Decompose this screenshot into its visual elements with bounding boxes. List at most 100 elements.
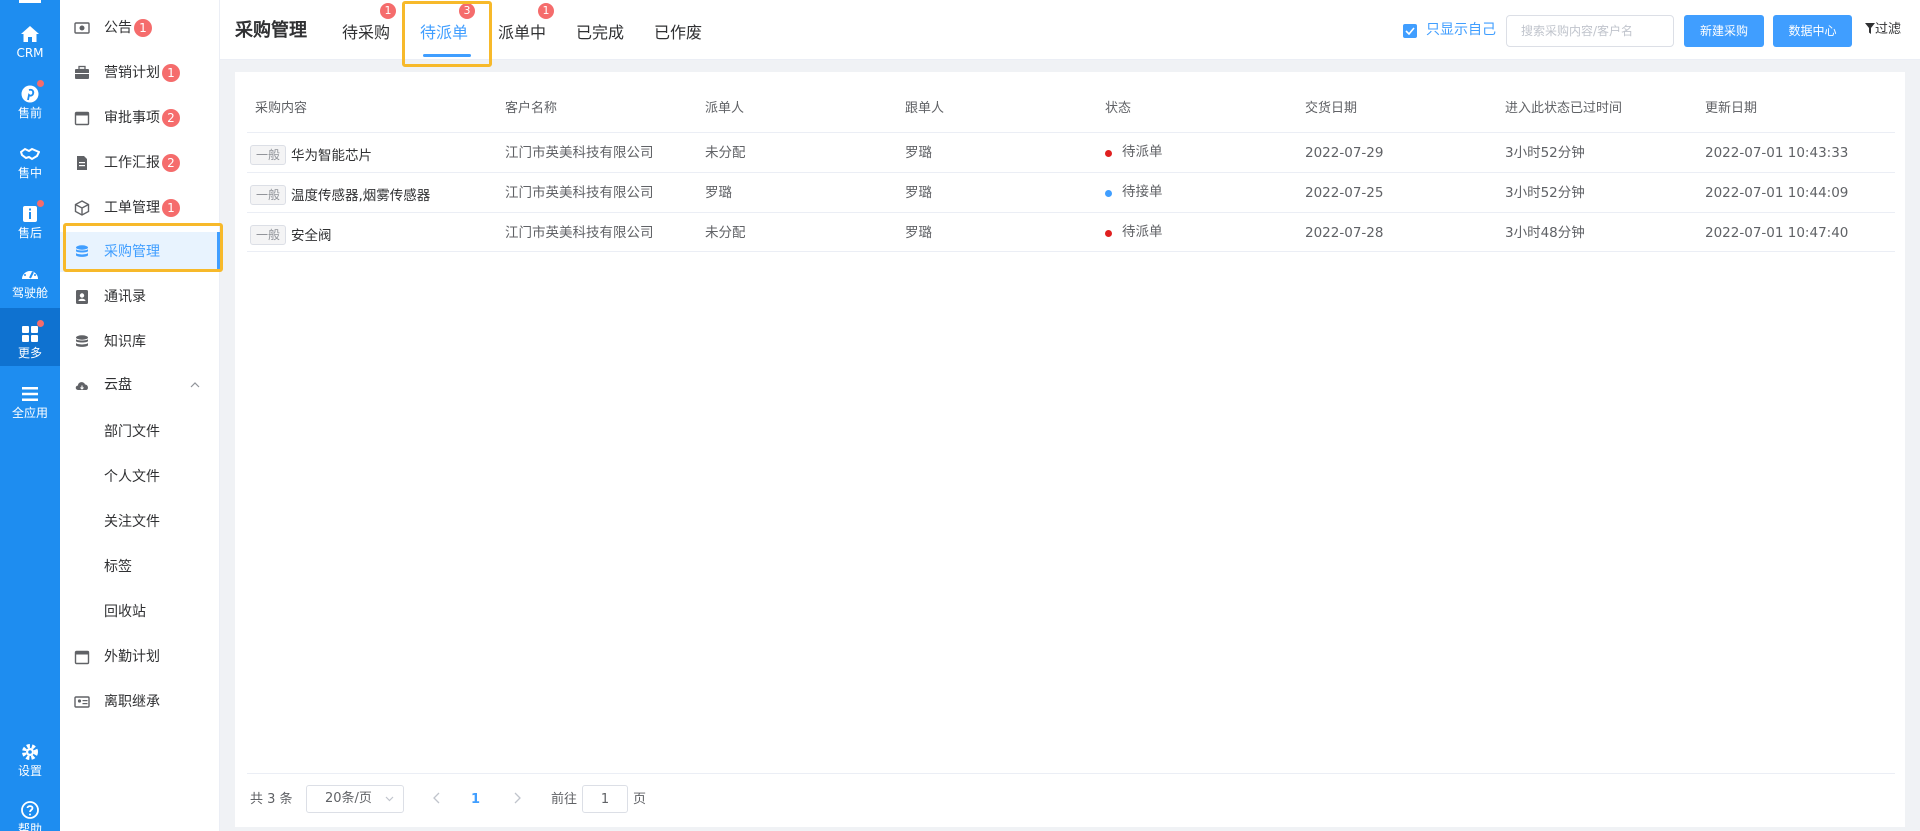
- sidebar-item-dept-files[interactable]: 部门文件: [60, 412, 220, 452]
- customer-name: 江门市英美科技有限公司: [505, 145, 654, 161]
- rail-item-crm[interactable]: CRM: [0, 8, 60, 66]
- status-text: 待接单: [1122, 184, 1163, 200]
- goto-page-input[interactable]: [582, 785, 628, 813]
- rail-label: 驾驶舱: [11, 286, 48, 300]
- purchase-content[interactable]: 华为智能芯片: [291, 147, 372, 165]
- prev-page-icon[interactable]: [431, 791, 443, 805]
- table-row[interactable]: 一般 华为智能芯片 江门市英美科技有限公司 未分配 罗璐 待派单 2022-07…: [247, 132, 1895, 172]
- sidebar-item-contacts[interactable]: 通讯录: [60, 277, 220, 317]
- filter-icon: [1865, 23, 1875, 34]
- home-icon: [21, 26, 39, 42]
- search-input[interactable]: [1506, 15, 1674, 47]
- sidebar-item-label: 部门文件: [104, 424, 160, 440]
- table-row[interactable]: 一般 温度传感器,烟雾传感器 江门市英美科技有限公司 罗璐 罗璐 待接单 202…: [247, 172, 1895, 212]
- status-text: 待派单: [1122, 144, 1163, 160]
- column-header[interactable]: 交货日期: [1305, 101, 1357, 117]
- column-header[interactable]: 跟单人: [905, 101, 944, 117]
- sidebar-item-label: 标签: [104, 559, 132, 575]
- sidebar-item-ticket[interactable]: 工单管理 1: [60, 188, 220, 228]
- tab-to-dispatch[interactable]: 待派单: [420, 22, 468, 44]
- column-header[interactable]: 采购内容: [255, 101, 307, 117]
- dispatcher: 罗璐: [705, 185, 732, 201]
- pagination-total: 共 3 条: [250, 792, 293, 807]
- table-row[interactable]: 一般 安全阀 江门市英美科技有限公司 未分配 罗璐 待派单 2022-07-28…: [247, 212, 1895, 252]
- sidebar-item-label: 通讯录: [104, 289, 146, 305]
- rail-label: 帮助: [17, 822, 42, 831]
- sidebar-item-announcement[interactable]: 公告 1: [60, 8, 220, 48]
- chevron-up-icon[interactable]: [190, 380, 200, 390]
- page-size-value: 20条/页: [325, 791, 372, 806]
- only-self-checkbox[interactable]: [1403, 24, 1417, 38]
- rail-item-presales[interactable]: 售前: [0, 68, 60, 126]
- rail-label: 售后: [17, 226, 42, 240]
- rail-label: 设置: [17, 764, 42, 778]
- rail-item-insales[interactable]: 售中: [0, 128, 60, 186]
- rail-top-indicator: [19, 0, 41, 3]
- grid-icon: [22, 326, 38, 342]
- column-header[interactable]: 客户名称: [505, 101, 557, 117]
- column-header[interactable]: 进入此状态已过时间: [1505, 101, 1622, 117]
- rail-label: 更多: [17, 346, 42, 360]
- sidebar-item-personal-files[interactable]: 个人文件: [60, 457, 220, 497]
- priority-tag: 一般: [250, 225, 287, 245]
- follower: 罗璐: [905, 185, 932, 201]
- sidebar-item-label: 采购管理: [104, 244, 160, 260]
- new-purchase-button[interactable]: 新建采购: [1684, 15, 1764, 47]
- sidebar-item-label: 个人文件: [104, 469, 160, 485]
- page-size-select[interactable]: 20条/页: [306, 785, 404, 813]
- sidebar-item-tags[interactable]: 标签: [60, 547, 220, 587]
- tab-label: 待派单: [420, 23, 469, 42]
- sidebar-item-label: 外勤计划: [104, 649, 160, 665]
- rail-item-aftersales[interactable]: 售后: [0, 188, 60, 246]
- elapsed-time: 3小时52分钟: [1505, 145, 1585, 161]
- filter-button[interactable]: 过滤: [1865, 21, 1901, 39]
- column-header[interactable]: 派单人: [705, 101, 744, 117]
- rail-item-all-apps[interactable]: 全应用: [0, 368, 60, 426]
- customer-name: 江门市英美科技有限公司: [505, 225, 654, 241]
- sidebar-item-knowledge-base[interactable]: 知识库: [60, 322, 220, 362]
- goto-unit: 页: [633, 792, 647, 807]
- table-divider: [247, 251, 1895, 252]
- elapsed-time: 3小时48分钟: [1505, 225, 1585, 241]
- purchase-content[interactable]: 温度传感器,烟雾传感器: [291, 187, 430, 205]
- menu-icon: [22, 387, 38, 401]
- sidebar-item-label: 回收站: [104, 604, 146, 620]
- sidebar-item-work-report[interactable]: 工作汇报 2: [60, 143, 220, 183]
- tab-completed[interactable]: 已完成: [576, 22, 624, 44]
- column-header[interactable]: 更新日期: [1705, 101, 1757, 117]
- rail-item-settings[interactable]: 设置: [0, 726, 60, 784]
- dashboard-icon: [22, 271, 38, 279]
- rail-item-cockpit[interactable]: 驾驶舱: [0, 248, 60, 306]
- sidebar-item-recycle-bin[interactable]: 回收站: [60, 592, 220, 632]
- tab-label: 已完成: [576, 23, 625, 42]
- page-title: 采购管理: [235, 20, 307, 41]
- sidebar-item-cloud-disk[interactable]: 云盘: [60, 365, 220, 405]
- rail-item-help[interactable]: 帮助: [0, 784, 60, 831]
- sidebar-item-marketing-plan[interactable]: 营销计划 1: [60, 53, 220, 93]
- purchase-content[interactable]: 安全阀: [291, 227, 332, 245]
- sidebar-item-resignation[interactable]: 离职继承: [60, 682, 220, 722]
- only-self-label[interactable]: 只显示自己: [1426, 21, 1496, 39]
- tab-voided[interactable]: 已作废: [654, 22, 702, 44]
- page-number-current[interactable]: 1: [471, 791, 480, 809]
- count-badge: 1: [134, 19, 152, 37]
- rail-item-more[interactable]: 更多: [0, 308, 60, 366]
- column-header[interactable]: 状态: [1105, 101, 1131, 117]
- rail-notification-dot: [37, 200, 44, 207]
- data-center-button[interactable]: 数据中心: [1773, 15, 1852, 47]
- pinterest-icon: [21, 85, 39, 103]
- next-page-icon[interactable]: [511, 791, 523, 805]
- tab-dispatching[interactable]: 派单中: [498, 22, 546, 44]
- contacts-icon: [76, 290, 88, 304]
- follower: 罗璐: [905, 145, 932, 161]
- tab-to-purchase[interactable]: 待采购: [342, 22, 390, 44]
- sidebar-item-label: 工作汇报: [104, 155, 160, 171]
- active-tab-underline: [423, 54, 471, 57]
- sidebar-item-purchase[interactable]: 采购管理: [60, 232, 220, 272]
- count-badge: 2: [162, 154, 180, 172]
- sidebar-item-approvals[interactable]: 审批事项 2: [60, 98, 220, 138]
- sidebar-item-followed-files[interactable]: 关注文件: [60, 502, 220, 542]
- sidebar-item-field-plan[interactable]: 外勤计划: [60, 637, 220, 677]
- help-icon: [21, 801, 39, 819]
- priority-tag: 一般: [250, 145, 287, 165]
